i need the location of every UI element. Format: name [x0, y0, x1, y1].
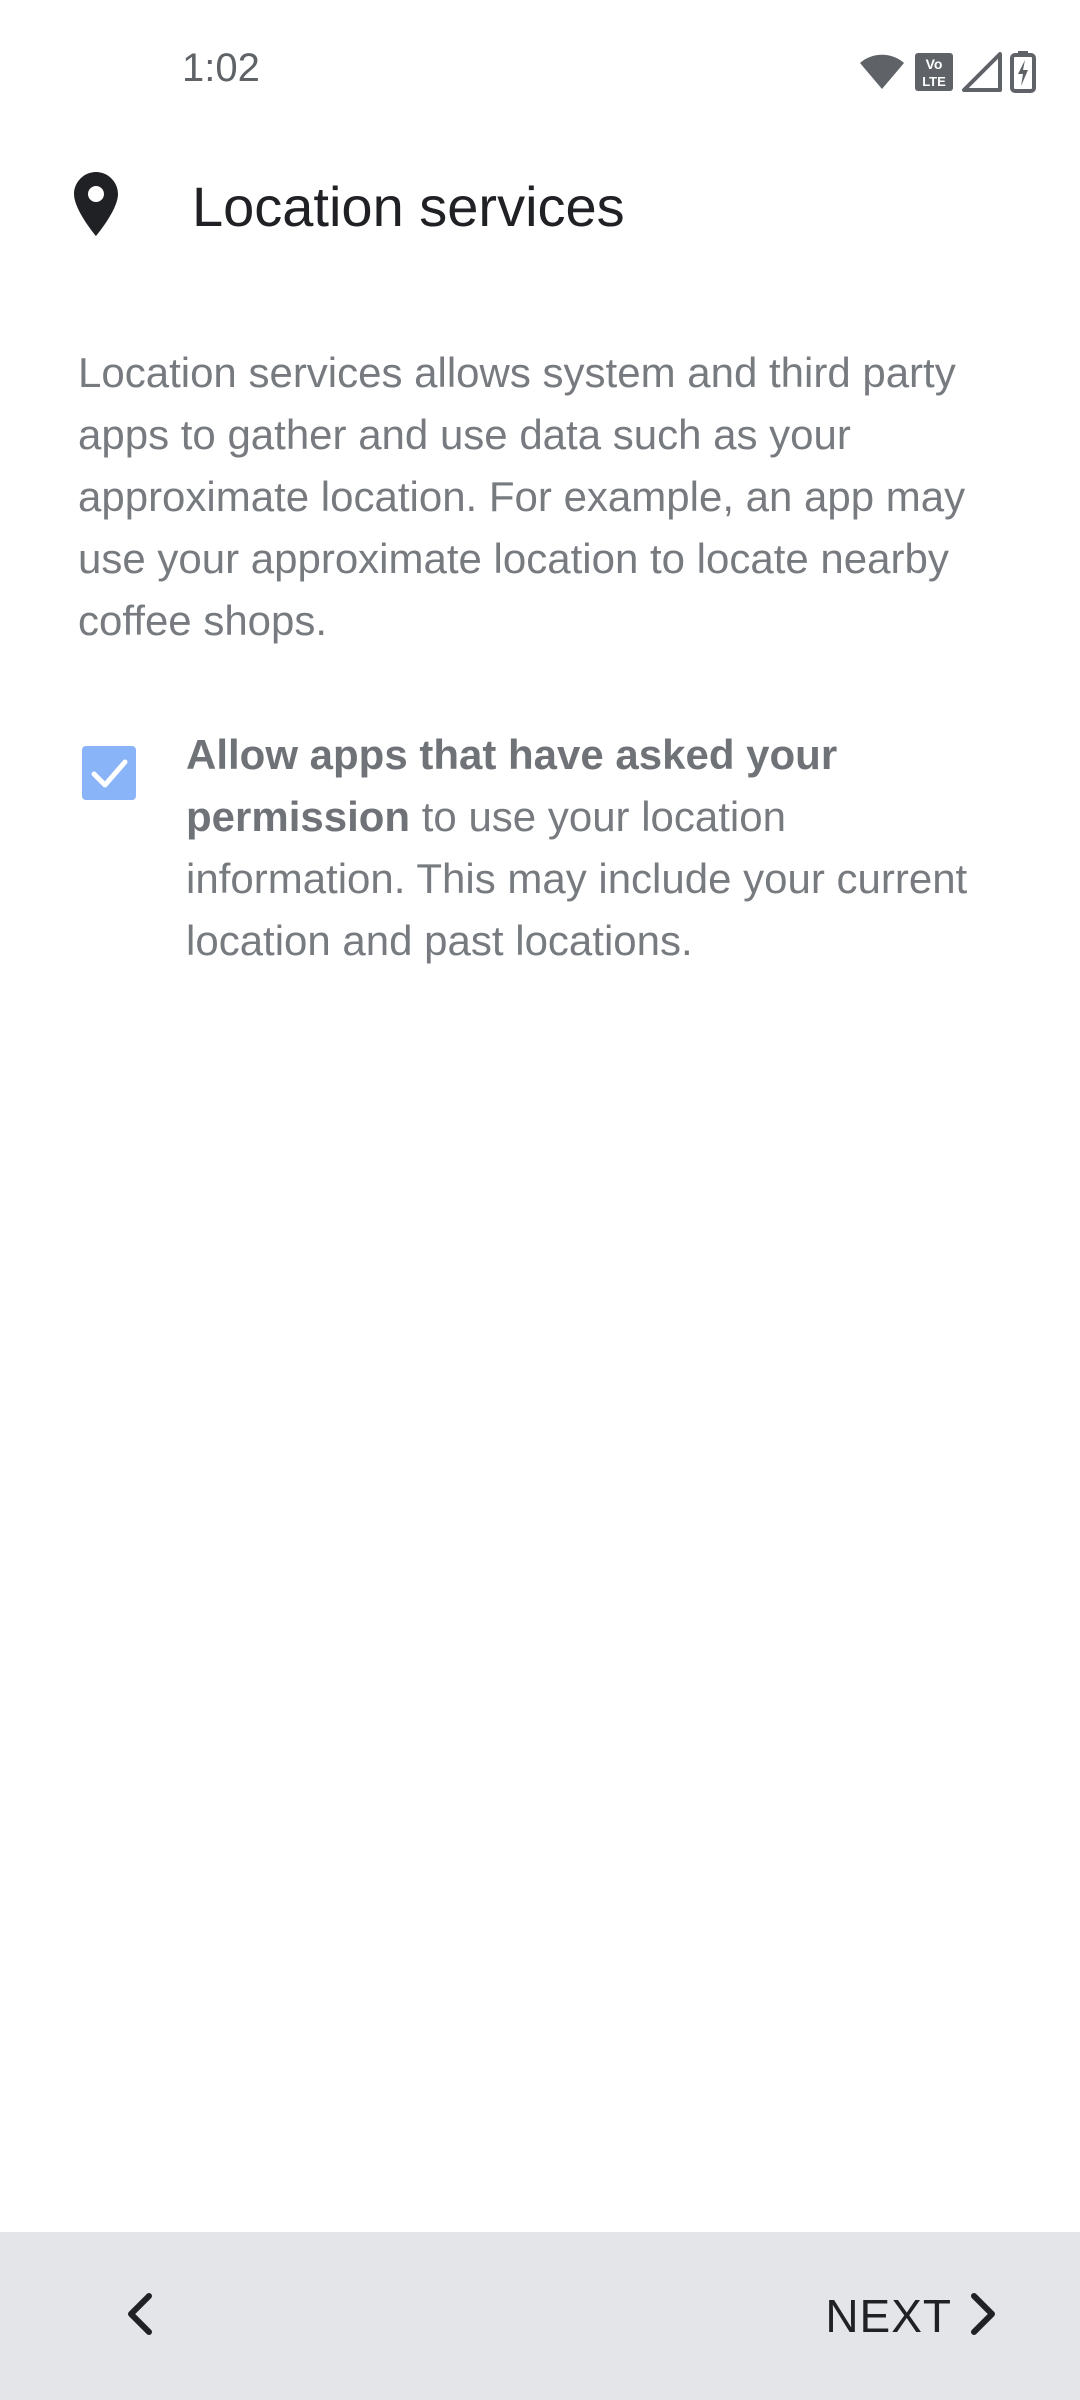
header: Location services: [0, 150, 1080, 270]
location-pin-icon: [74, 172, 118, 236]
back-button[interactable]: [100, 2276, 180, 2356]
volte-icon: Vo LTE: [914, 52, 954, 92]
battery-charging-icon: [1010, 51, 1036, 93]
volte-top-text: Vo: [926, 56, 943, 72]
next-label: NEXT: [825, 2290, 952, 2342]
permission-text: Allow apps that have asked your permissi…: [186, 724, 986, 972]
status-time: 1:02: [182, 46, 260, 90]
permission-checkbox[interactable]: [82, 746, 136, 800]
volte-bottom-text: LTE: [922, 74, 946, 89]
next-button[interactable]: NEXT: [825, 2276, 1000, 2356]
cell-signal-icon: [962, 52, 1002, 92]
status-icons: Vo LTE: [858, 50, 1036, 94]
chevron-right-icon: [966, 2290, 1000, 2343]
bottom-navigation-bar: NEXT: [0, 2232, 1080, 2400]
status-bar: 1:02 Vo LTE: [0, 0, 1080, 150]
location-services-screen: 1:02 Vo LTE Location services Location s…: [0, 0, 1080, 2400]
wifi-icon: [858, 53, 906, 91]
description-text: Location services allows system and thir…: [78, 349, 966, 644]
chevron-left-icon: [123, 2290, 157, 2343]
page-title: Location services: [192, 175, 625, 238]
